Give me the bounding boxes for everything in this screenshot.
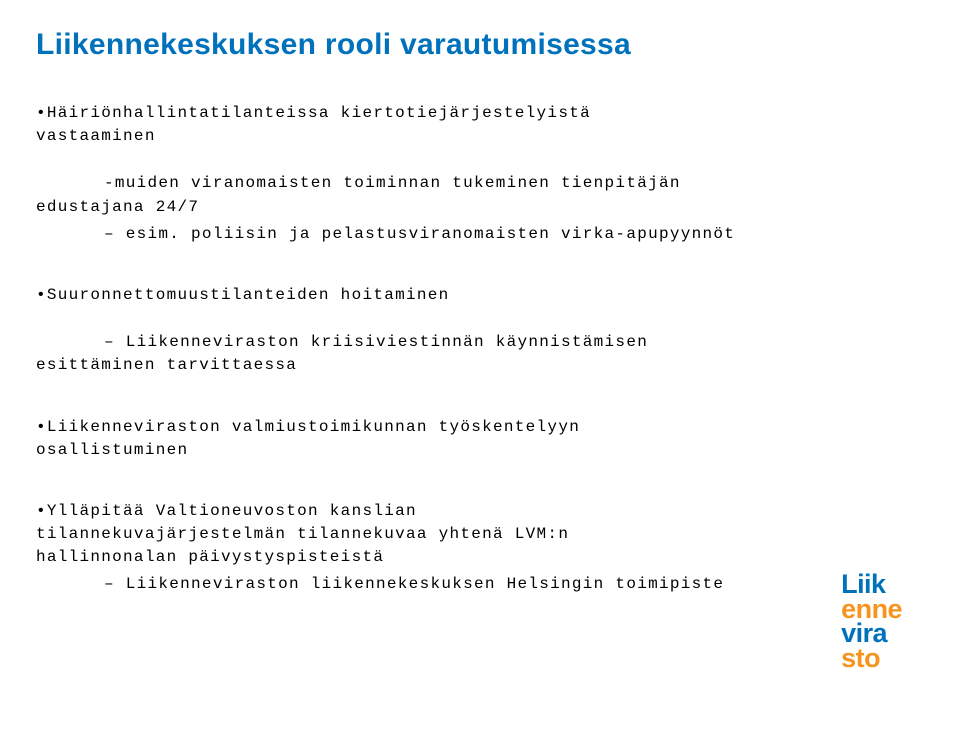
bullet-1-sub-2-text: – esim. poliisin ja pelastusviranomaiste… — [104, 223, 924, 246]
bullet-2-sub-1a: – Liikenneviraston kriisiviestinnän käyn… — [104, 331, 924, 354]
bullet-4-line-2: tilannekuvajärjestelmän tilannekuvaa yht… — [36, 523, 924, 546]
bullet-4-line-3: hallinnonalan päivystyspisteistä — [36, 546, 924, 569]
bullet-4: •Ylläpitää Valtioneuvoston kanslian tila… — [36, 500, 924, 597]
bullet-2-sub-1b: esittäminen tarvittaessa — [36, 354, 924, 377]
bullet-1: •Häiriönhallintatilanteissa kiertotiejär… — [36, 102, 924, 246]
bullet-2: •Suuronnettomuustilanteiden hoitaminen –… — [36, 284, 924, 378]
bullet-2-sub-1: – Liikenneviraston kriisiviestinnän käyn… — [36, 331, 924, 354]
bullet-1-sub-1b: edustajana 24/7 — [36, 196, 924, 219]
bullet-1-sub-2: – esim. poliisin ja pelastusviranomaiste… — [36, 223, 924, 246]
bullet-1-sub-1a: -muiden viranomaisten toiminnan tukemine… — [104, 172, 924, 195]
liikennevirasto-logo: Liik enne vira sto — [841, 572, 902, 671]
bullet-1-line-2: vastaaminen — [36, 125, 924, 148]
body-content: •Häiriönhallintatilanteissa kiertotiejär… — [36, 102, 924, 597]
bullet-3: •Liikenneviraston valmiustoimikunnan työ… — [36, 416, 924, 462]
page-title: Liikennekeskuksen rooli varautumisessa — [36, 28, 924, 62]
bullet-3-line-2: osallistuminen — [36, 439, 924, 462]
bullet-4-line-1: •Ylläpitää Valtioneuvoston kanslian — [36, 500, 924, 523]
bullet-2-line-1: •Suuronnettomuustilanteiden hoitaminen — [36, 284, 924, 307]
bullet-1-sub-1: -muiden viranomaisten toiminnan tukemine… — [36, 172, 924, 195]
bullet-3-line-1: •Liikenneviraston valmiustoimikunnan työ… — [36, 416, 924, 439]
logo-r3b: sto — [841, 643, 880, 673]
bullet-1-line-1: •Häiriönhallintatilanteissa kiertotiejär… — [36, 102, 924, 125]
bullet-4-foot: – Liikenneviraston liikennekeskuksen Hel… — [36, 573, 924, 596]
